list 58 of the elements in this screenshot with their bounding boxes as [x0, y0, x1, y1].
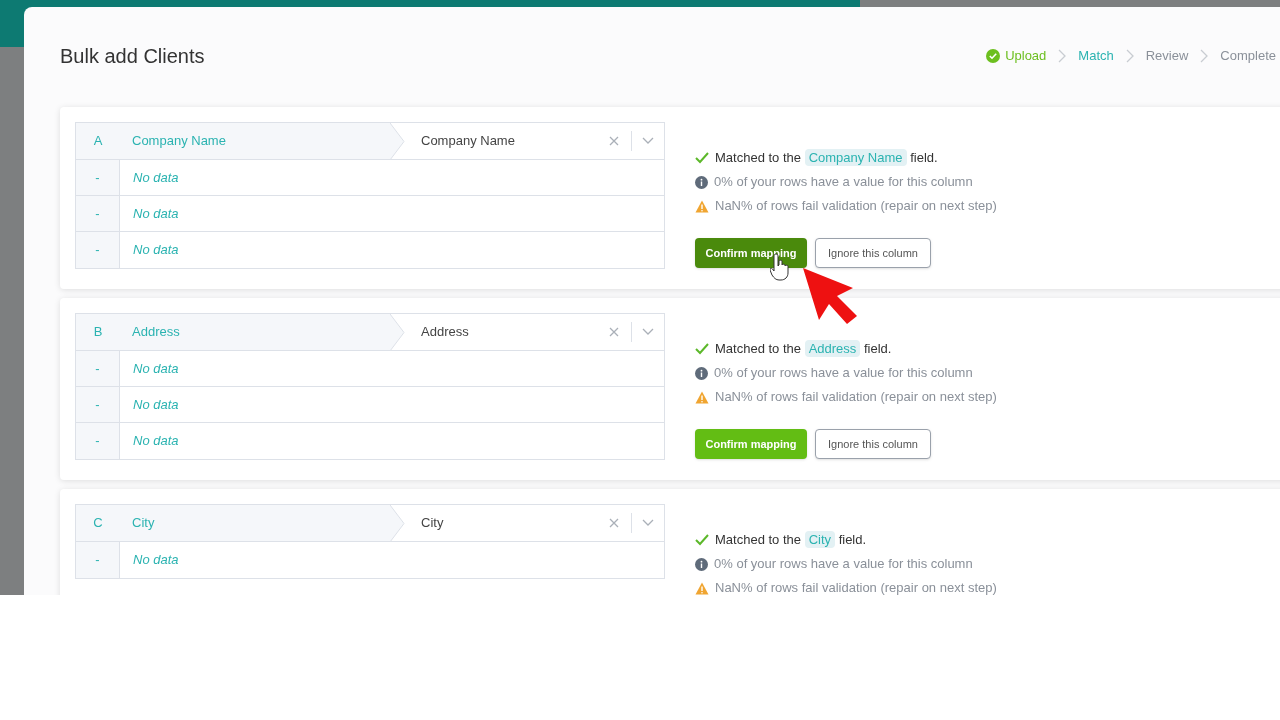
row-marker: -	[76, 423, 120, 459]
match-status-text: Matched to the Address field.	[715, 339, 892, 359]
row-marker: -	[76, 387, 120, 422]
column-letter: A	[92, 132, 104, 151]
column-header: Address	[131, 323, 180, 342]
row-marker: -	[76, 196, 120, 231]
match-status-text: Matched to the Company Name field.	[715, 148, 938, 168]
cell-value: No data	[132, 395, 179, 414]
info-icon	[695, 557, 708, 571]
cell-value: No data	[132, 204, 179, 223]
field-select[interactable]: City	[391, 505, 664, 541]
check-icon	[695, 343, 709, 355]
check-circle-icon	[986, 49, 1001, 63]
field-select[interactable]: Company Name	[391, 123, 664, 159]
dropdown-chevron-icon[interactable]	[642, 137, 654, 145]
step-label: Review	[1145, 47, 1189, 66]
info-text: 0% of your rows have a value for this column	[714, 364, 973, 383]
warning-text: NaN% of rows fail validation (repair on next step)	[715, 579, 997, 595]
ignore-column-button[interactable]: Ignore this column	[815, 429, 931, 459]
row-marker: -	[76, 232, 120, 268]
match-status-text: Matched to the City field.	[715, 530, 867, 550]
warning-icon	[695, 199, 709, 213]
step-label: Match	[1078, 47, 1114, 66]
ignore-column-button[interactable]: Ignore this column	[815, 238, 931, 268]
column-letter: B	[92, 323, 104, 342]
info-text: 0% of your rows have a value for this column	[714, 173, 973, 192]
pointer-arrow-icon	[801, 266, 859, 326]
warning-text: NaN% of rows fail validation (repair on next step)	[715, 197, 997, 216]
dialog-title: Bulk add Clients	[60, 44, 206, 69]
cell-value: No data	[132, 168, 179, 187]
dropdown-chevron-icon[interactable]	[642, 328, 654, 336]
cell-value: No data	[132, 241, 179, 260]
field-select[interactable]: Address	[391, 314, 664, 350]
clear-icon[interactable]	[609, 136, 619, 146]
row-marker: -	[76, 160, 120, 195]
info-icon	[695, 366, 708, 380]
chevron-icon	[1125, 49, 1134, 63]
chevron-icon	[1058, 49, 1067, 63]
row-marker: -	[76, 351, 120, 386]
check-icon	[695, 152, 709, 164]
warning-icon	[695, 390, 709, 404]
step-label: Complete	[1220, 47, 1276, 66]
step-label: Upload	[1005, 47, 1047, 66]
check-icon	[695, 534, 709, 546]
column-letter: C	[92, 514, 104, 533]
clear-icon[interactable]	[609, 518, 619, 528]
chevron-icon	[1200, 49, 1209, 63]
info-icon	[695, 175, 708, 189]
warning-text: NaN% of rows fail validation (repair on next step)	[715, 388, 997, 407]
dropdown-chevron-icon[interactable]	[642, 519, 654, 527]
column-header: Company Name	[131, 132, 226, 151]
info-text: 0% of your rows have a value for this column	[714, 555, 973, 574]
cell-value: No data	[132, 359, 179, 378]
clear-icon[interactable]	[609, 327, 619, 337]
column-header: City	[131, 514, 155, 533]
cell-value: No data	[132, 551, 179, 570]
row-marker: -	[76, 542, 120, 578]
cell-value: No data	[132, 432, 179, 451]
